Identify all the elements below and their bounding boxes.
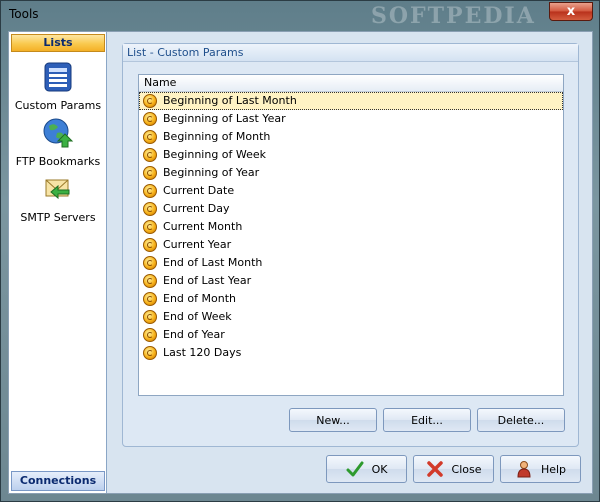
list-item-label: Current Day bbox=[163, 202, 230, 215]
param-gear-icon bbox=[143, 256, 157, 270]
list-item-label: Current Month bbox=[163, 220, 243, 233]
param-gear-icon bbox=[143, 94, 157, 108]
checkmark-icon bbox=[346, 461, 364, 477]
list-item[interactable]: Last 120 Days bbox=[139, 344, 563, 362]
list-item[interactable]: Current Month bbox=[139, 218, 563, 236]
list-item[interactable]: Beginning of Last Month bbox=[139, 92, 563, 110]
list-item[interactable]: Current Date bbox=[139, 182, 563, 200]
nav-item-smtp-servers[interactable]: SMTP Servers bbox=[9, 172, 107, 224]
param-gear-icon bbox=[143, 202, 157, 216]
param-gear-icon bbox=[143, 148, 157, 162]
list-item[interactable]: End of Last Month bbox=[139, 254, 563, 272]
nav-item-label: FTP Bookmarks bbox=[15, 155, 101, 168]
list-item-label: End of Last Year bbox=[163, 274, 252, 287]
param-gear-icon bbox=[143, 112, 157, 126]
close-label: Close bbox=[451, 462, 482, 476]
watermark: SOFTPEDIA bbox=[371, 3, 536, 29]
param-gear-icon bbox=[143, 166, 157, 180]
tools-window: Tools SOFTPEDIA x Lists Custom Params FT… bbox=[0, 0, 600, 502]
new-button[interactable]: New... bbox=[289, 408, 377, 432]
ok-button[interactable]: OK bbox=[326, 455, 407, 483]
group-title: List - Custom Params bbox=[123, 44, 578, 62]
list-item-label: End of Last Month bbox=[163, 256, 263, 269]
edit-button[interactable]: Edit... bbox=[383, 408, 471, 432]
list-item[interactable]: Current Year bbox=[139, 236, 563, 254]
nav-item-label: Custom Params bbox=[14, 99, 102, 112]
ftp-globe-icon bbox=[43, 118, 74, 148]
list-item-label: Beginning of Month bbox=[163, 130, 271, 143]
delete-button[interactable]: Delete... bbox=[477, 408, 565, 432]
close-x-icon bbox=[426, 461, 443, 477]
list-item-label: End of Week bbox=[163, 310, 232, 323]
list-item-label: Beginning of Year bbox=[163, 166, 260, 179]
client-area: Lists Custom Params FTP Bookmarks SMTP S… bbox=[8, 31, 593, 494]
nav-item-ftp-bookmarks[interactable]: FTP Bookmarks bbox=[9, 116, 107, 168]
nav-item-custom-params[interactable]: Custom Params bbox=[9, 60, 107, 112]
list-item[interactable]: Beginning of Last Year bbox=[139, 110, 563, 128]
nav-header-lists[interactable]: Lists bbox=[11, 34, 105, 52]
list-item-label: Beginning of Last Year bbox=[163, 112, 286, 125]
param-gear-icon bbox=[143, 328, 157, 342]
list-item[interactable]: End of Week bbox=[139, 308, 563, 326]
list-item[interactable]: End of Year bbox=[139, 326, 563, 344]
ok-label: OK bbox=[371, 462, 388, 476]
param-gear-icon bbox=[143, 184, 157, 198]
close-button[interactable]: Close bbox=[413, 455, 494, 483]
list-item[interactable]: Beginning of Month bbox=[139, 128, 563, 146]
help-label: Help bbox=[540, 462, 567, 476]
nav-footer-connections[interactable]: Connections bbox=[11, 471, 105, 491]
close-icon: x bbox=[566, 4, 576, 19]
column-header-name[interactable]: Name bbox=[139, 75, 563, 92]
list-item-label: End of Month bbox=[163, 292, 236, 305]
window-title: Tools bbox=[9, 7, 39, 21]
list-item-label: Beginning of Week bbox=[163, 148, 267, 161]
list-item[interactable]: Beginning of Year bbox=[139, 164, 563, 182]
param-gear-icon bbox=[143, 292, 157, 306]
param-gear-icon bbox=[143, 274, 157, 288]
list-item-label: Current Date bbox=[163, 184, 235, 197]
param-gear-icon bbox=[143, 346, 157, 360]
help-person-icon bbox=[517, 461, 531, 478]
list-item-label: Current Year bbox=[163, 238, 232, 251]
window-close-button[interactable]: x bbox=[549, 2, 593, 21]
title-bar: Tools SOFTPEDIA x bbox=[1, 1, 599, 29]
param-gear-icon bbox=[143, 310, 157, 324]
custom-params-group: List - Custom Params Name Beginning of L… bbox=[122, 43, 579, 447]
smtp-envelope-icon bbox=[45, 179, 70, 200]
list-item[interactable]: End of Last Year bbox=[139, 272, 563, 290]
list-item[interactable]: Beginning of Week bbox=[139, 146, 563, 164]
list-item[interactable]: End of Month bbox=[139, 290, 563, 308]
help-button[interactable]: Help bbox=[500, 455, 581, 483]
list-item[interactable]: Current Day bbox=[139, 200, 563, 218]
param-gear-icon bbox=[143, 220, 157, 234]
list-rows: Beginning of Last Month Beginning of Last… bbox=[139, 92, 563, 362]
nav-item-label: SMTP Servers bbox=[20, 211, 96, 224]
params-list[interactable]: Name Beginning of Last Month Beginning of… bbox=[138, 74, 564, 396]
list-item-label: End of Year bbox=[163, 328, 225, 341]
param-gear-icon bbox=[143, 130, 157, 144]
param-gear-icon bbox=[143, 238, 157, 252]
list-item-label: Beginning of Last Month bbox=[163, 94, 297, 107]
custom-params-icon bbox=[44, 62, 72, 92]
nav-pane: Lists Custom Params FTP Bookmarks SMTP S… bbox=[9, 32, 107, 493]
list-item-label: Last 120 Days bbox=[163, 346, 242, 359]
